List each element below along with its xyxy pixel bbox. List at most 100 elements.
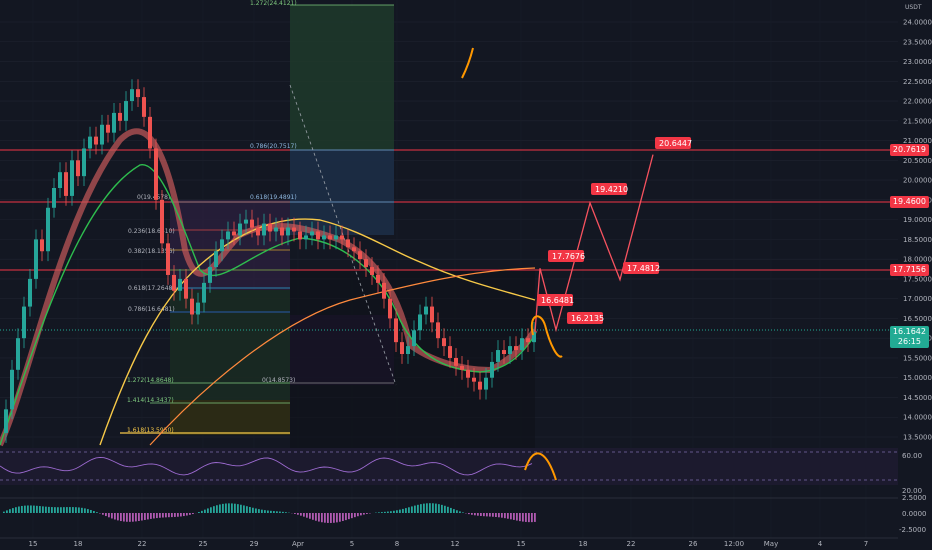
macd-bar	[9, 509, 11, 513]
candle-body	[526, 338, 530, 343]
macd-bar	[483, 513, 485, 517]
candle-body	[322, 235, 326, 240]
candle-body	[88, 136, 92, 149]
macd-bar	[339, 513, 341, 522]
price-tick: 18.5000	[903, 236, 932, 244]
macd-bar	[117, 513, 119, 521]
candle-body	[340, 235, 344, 240]
candle-body	[244, 219, 248, 224]
time-tick: 15	[29, 540, 38, 548]
macd-bar	[6, 510, 8, 513]
trading-chart[interactable]: 0(19.4578) 0.236(18.6410) 0.382(18.1356)…	[0, 0, 932, 550]
macd-bar	[27, 505, 29, 513]
fib-label-0786: 0.786(16.6481)	[128, 306, 175, 313]
macd-bar	[234, 503, 236, 513]
macd-bar	[351, 513, 353, 519]
macd-bar	[15, 507, 17, 513]
proj-label-20-6447: 20.6447	[659, 139, 692, 148]
macd-bar	[54, 507, 56, 513]
macd-bar	[123, 513, 125, 522]
macd-bar	[198, 512, 200, 513]
macd-bar	[402, 508, 404, 513]
macd-bar	[216, 505, 218, 513]
macd-bar	[69, 507, 71, 513]
price-tick: 14.5000	[903, 394, 932, 402]
fib-label-1414: 1.414(14.3437)	[127, 397, 174, 404]
candle-body	[316, 231, 320, 240]
time-axis[interactable]: 15 18 22 25 29 Apr 5 8 12 15 18 22 26 12:00 May 4 7	[29, 540, 869, 548]
macd-bar	[516, 513, 518, 521]
price-tag-current: 16.1642 26:15	[889, 326, 929, 348]
macd-bar	[126, 513, 128, 522]
fib-label-1272: 1.272(14.8648)	[127, 377, 174, 384]
macd-bar	[207, 508, 209, 513]
macd-bar	[330, 513, 332, 523]
macd-bar	[213, 506, 215, 513]
fib-label-0: 0(19.4578)	[137, 194, 170, 201]
candle-body	[502, 350, 506, 354]
macd-bar	[144, 513, 146, 520]
macd-bar	[48, 506, 50, 513]
candle-body	[298, 231, 302, 240]
macd-bar	[18, 506, 20, 513]
candle-body	[196, 302, 200, 315]
macd-bar	[477, 513, 479, 516]
macd-bar	[75, 507, 77, 513]
macd-bar	[51, 507, 53, 513]
macd-bar	[285, 512, 287, 513]
macd-bar	[297, 513, 299, 515]
candle-body	[100, 124, 104, 145]
candle-body	[490, 361, 494, 378]
candle-body	[214, 251, 218, 268]
macd-bar	[21, 505, 23, 513]
macd-tick-neg: -2.5000	[899, 526, 926, 534]
macd-bar	[525, 513, 527, 522]
proj-label-17-4812: 17.4812	[627, 264, 660, 273]
candle-body	[268, 223, 272, 232]
macd-bar	[165, 513, 167, 518]
macd-bar	[255, 508, 257, 513]
macd-bar	[474, 513, 476, 516]
candle-body	[250, 219, 254, 228]
macd-bar	[498, 513, 500, 518]
price-tick: 17.0000	[903, 295, 932, 303]
macd-bar	[210, 507, 212, 513]
price-axis[interactable]: 24.0000 23.5000 23.0000 22.5000 22.0000 21.50…	[903, 19, 932, 442]
macd-bar	[81, 507, 83, 513]
candle-body	[418, 314, 422, 331]
candle-body	[472, 377, 476, 382]
candle-body	[166, 243, 170, 275]
price-tick: 18.0000	[903, 256, 932, 264]
candle-body	[400, 342, 404, 354]
macd-bar	[486, 513, 488, 517]
price-tag-20-7619: 20.7619	[889, 144, 929, 156]
macd-bar	[447, 506, 449, 513]
macd-bar	[360, 513, 362, 516]
macd-tick-zero: 0.0000	[902, 510, 927, 518]
macd-bar	[228, 503, 230, 513]
macd-bar	[162, 513, 164, 518]
macd-bar	[384, 511, 386, 513]
macd-bar	[243, 505, 245, 513]
proj-label-16-6481: 16.6481	[541, 296, 574, 305]
target-zone-box	[290, 5, 394, 150]
macd-bar	[60, 507, 62, 513]
macd-bar	[348, 513, 350, 520]
candle-body	[160, 199, 164, 244]
macd-bar	[309, 513, 311, 519]
macd-bar	[534, 513, 536, 522]
candle-body	[34, 239, 38, 279]
macd-bar	[264, 510, 266, 513]
macd-bar	[396, 510, 398, 513]
time-tick: 22	[627, 540, 636, 548]
price-tick: 13.5000	[903, 434, 932, 442]
candle-body	[16, 338, 20, 370]
proj-label-19-421: 19.4210	[595, 185, 628, 194]
fib-ext-label-0: 0(14.8573)	[262, 377, 295, 384]
macd-bar	[342, 513, 344, 521]
macd-bar	[66, 507, 68, 513]
macd-bar	[168, 513, 170, 518]
macd-bar	[111, 513, 113, 519]
candle-body	[64, 172, 68, 196]
macd-bar	[30, 505, 32, 513]
